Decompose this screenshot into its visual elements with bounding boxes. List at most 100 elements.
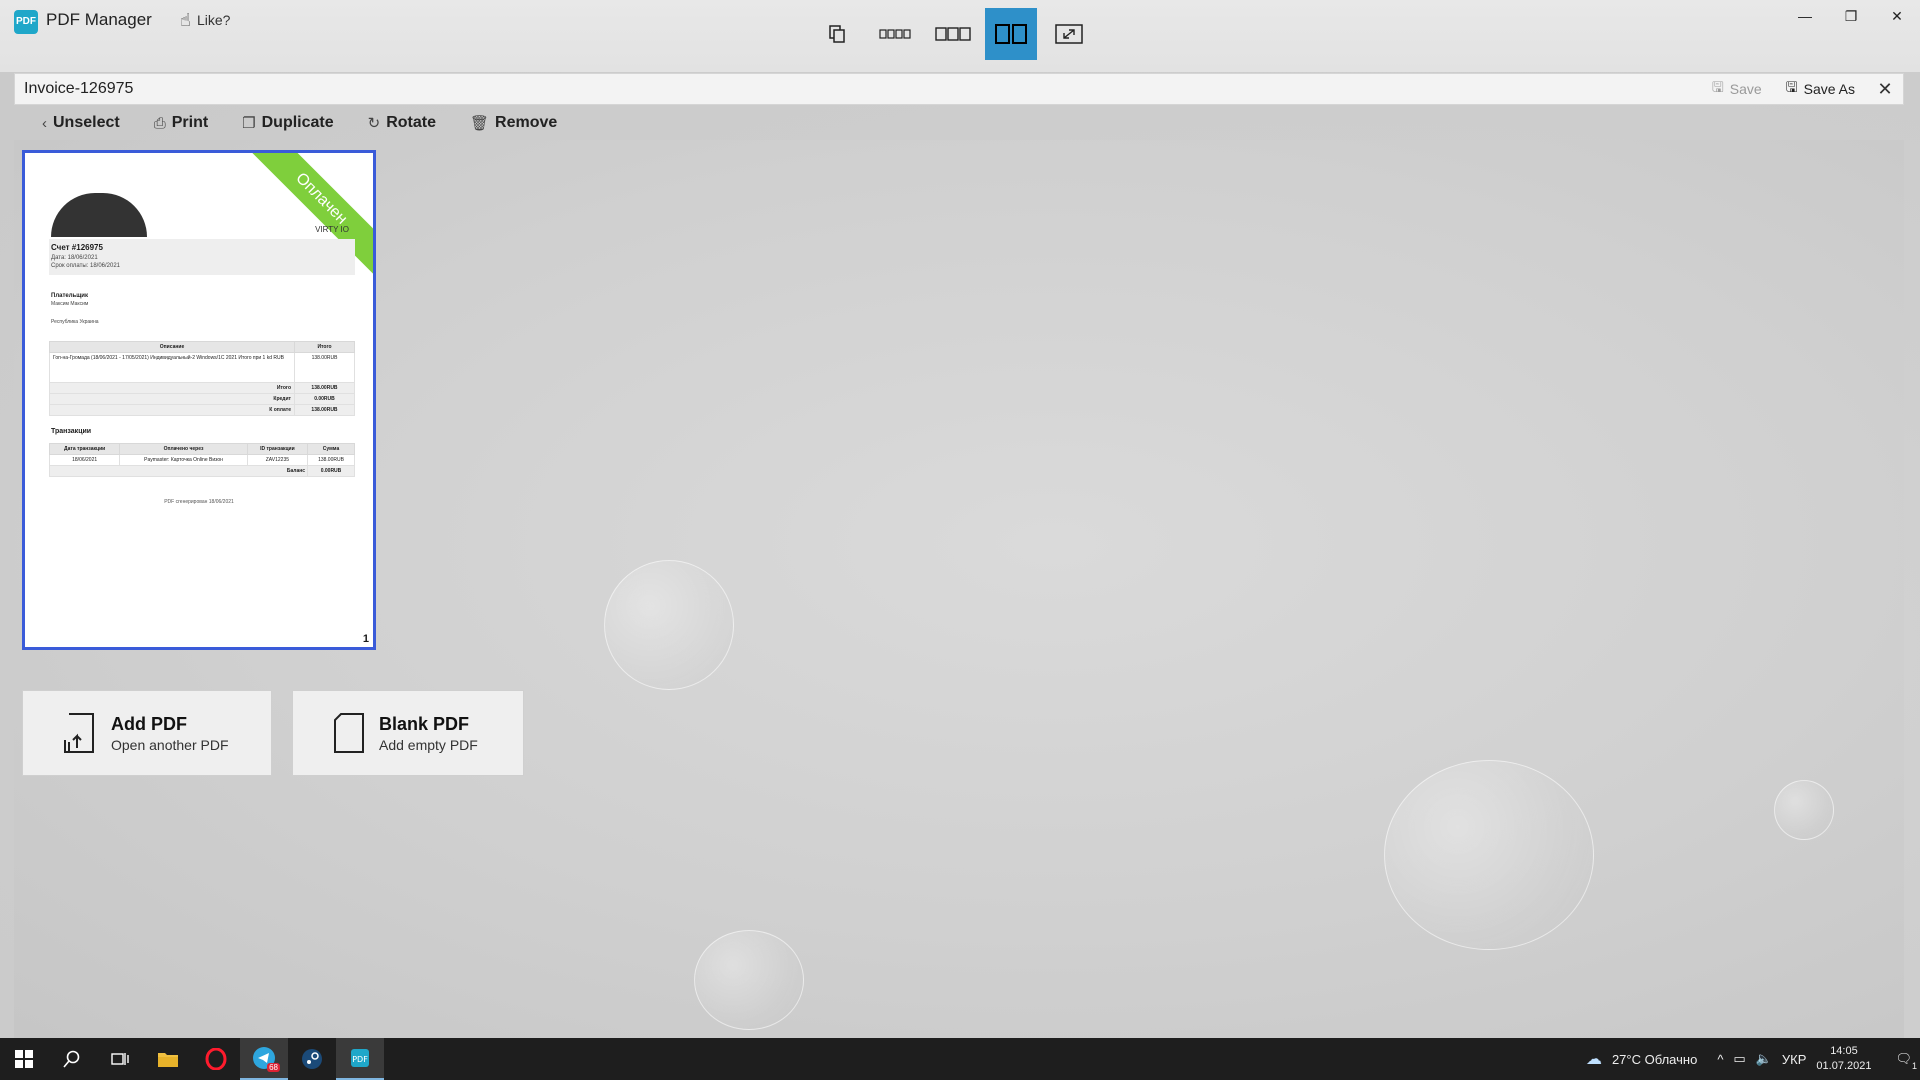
expand-icon — [1055, 24, 1083, 44]
blank-pdf-subtitle: Add empty PDF — [379, 736, 478, 753]
notification-count: 1 — [1911, 1061, 1917, 1071]
document-name: Invoice-126975 — [24, 80, 134, 97]
table-header: Итого — [294, 341, 355, 353]
invoice-footer: PDF сгенерирован 18/06/2021 — [164, 499, 234, 505]
rotate-label: Rotate — [386, 114, 436, 131]
minimize-button[interactable]: — — [1782, 0, 1828, 32]
table-cell: 138.00RUB — [294, 382, 355, 394]
company-logo — [51, 193, 147, 237]
four-columns-icon — [879, 29, 911, 39]
duplicate-label: Duplicate — [261, 114, 334, 131]
title-bar: PDF PDF Manager ☝ Like? — ❐ ✕ — [0, 0, 1920, 72]
start-button[interactable] — [0, 1038, 48, 1080]
save-as-button[interactable]: 🖫 Save As — [1774, 77, 1867, 101]
chevron-left-icon: ‹ — [42, 114, 47, 132]
background-bubble — [1774, 780, 1834, 840]
invoice-items-table: Описание Итого Гоп-на-Громада (18/06/202… — [49, 341, 355, 416]
weather-text[interactable]: 27°C Облачно — [1612, 1052, 1697, 1067]
print-label: Print — [171, 114, 209, 131]
folder-icon — [158, 1053, 178, 1067]
page-number: 1 — [362, 633, 369, 645]
copy-icon: ❐ — [242, 115, 256, 132]
two-column-view-button[interactable] — [985, 8, 1037, 60]
search-button[interactable] — [48, 1038, 96, 1080]
unselect-label: Unselect — [53, 114, 120, 131]
four-column-view-button[interactable] — [869, 8, 921, 60]
table-cell: 18/06/2021 — [48, 454, 121, 466]
background-bubble — [604, 560, 734, 690]
rotate-button[interactable]: ↻ Rotate — [368, 114, 436, 132]
table-cell: 138.00RUB — [307, 454, 355, 466]
file-import-icon — [64, 713, 94, 753]
restore-button[interactable]: ❐ — [1828, 0, 1874, 32]
table-header: Описание — [49, 341, 295, 353]
steam-button[interactable] — [288, 1038, 336, 1080]
table-cell: Paymaster: Карточка Online Визон — [119, 454, 248, 466]
save-button[interactable]: 🖫 Save — [1700, 77, 1774, 101]
document-actions: 🖫 Save 🖫 Save As ✕ — [1700, 74, 1903, 104]
table-header: Оплачено через — [119, 443, 248, 455]
telegram-unread-badge: 68 — [267, 1063, 280, 1072]
remove-label: Remove — [495, 114, 558, 131]
unselect-button[interactable]: ‹ Unselect — [42, 114, 120, 132]
add-pdf-subtitle: Open another PDF — [111, 736, 229, 753]
duplicate-button[interactable]: ❐ Duplicate — [242, 114, 333, 132]
printer-icon: ⎙ — [153, 114, 166, 132]
network-icon[interactable]: ▭ — [1733, 1051, 1745, 1067]
print-button[interactable]: ⎙ Print — [154, 114, 208, 132]
table-cell: Итого — [49, 382, 295, 394]
task-view-icon — [111, 1053, 129, 1065]
file-explorer-button[interactable] — [144, 1038, 192, 1080]
document-header: Invoice-126975 🖫 Save 🖫 Save As ✕ — [14, 73, 1904, 105]
close-document-button[interactable]: ✕ — [1867, 79, 1903, 100]
close-window-button[interactable]: ✕ — [1874, 0, 1920, 32]
rotate-icon: ↻ — [367, 115, 381, 132]
table-cell: Гоп-на-Громада (18/06/2021 - 17/05/2021)… — [49, 352, 295, 383]
add-pdf-button[interactable]: Add PDF Open another PDF — [22, 690, 272, 776]
task-view-button[interactable] — [96, 1038, 144, 1080]
add-pdf-title: Add PDF — [111, 713, 187, 734]
two-columns-icon — [995, 24, 1027, 44]
table-header: Дата транзакции — [48, 443, 121, 455]
table-cell: 0.00RUB — [307, 465, 355, 477]
system-tray: ☁ 27°C Облачно ^ ▭ 🔈 УКР 14:05 01.07.202… — [1586, 1038, 1920, 1080]
hand-pointer-icon: ☝ — [180, 10, 191, 30]
invoice-title: Счет #126975 — [51, 243, 103, 252]
table-cell: Баланс — [48, 465, 309, 477]
volume-icon[interactable]: 🔈 — [1756, 1051, 1772, 1067]
like-button[interactable]: ☝ Like? — [180, 10, 230, 30]
like-label: Like? — [196, 12, 231, 28]
single-page-view-button[interactable] — [811, 8, 863, 60]
windows-taskbar: 68 PDF ☁ 27°C Облачно ^ ▭ 🔈 УКР 14:05 01… — [0, 1038, 1920, 1080]
notification-icon: 🗨 — [1895, 1051, 1912, 1066]
pdf-manager-taskbar-button[interactable]: PDF — [336, 1038, 384, 1080]
chevron-up-icon[interactable]: ^ — [1717, 1052, 1723, 1067]
table-cell: К оплате — [49, 404, 295, 416]
search-icon — [63, 1050, 80, 1068]
telegram-button[interactable]: 68 — [240, 1038, 288, 1080]
add-pdf-text: Add PDF Open another PDF — [111, 714, 229, 753]
blank-page-icon — [334, 713, 364, 753]
three-column-view-button[interactable] — [927, 8, 979, 60]
floppy-disk-icon: 🖫 — [1785, 79, 1798, 95]
save-label: Save — [1729, 81, 1762, 97]
transactions-title: Транзакции — [51, 428, 92, 435]
opera-browser-button[interactable] — [192, 1038, 240, 1080]
remove-button[interactable]: 🗑 Remove — [470, 114, 557, 132]
three-columns-icon — [935, 27, 971, 41]
table-cell: 0.00RUB — [294, 393, 355, 405]
pdf-manager-icon: PDF — [351, 1049, 369, 1067]
clock[interactable]: 14:05 01.07.2021 — [1816, 1044, 1871, 1074]
page-thumbnail[interactable]: Оплачен VIRTY IO Счет #126975 Дата: 18/0… — [22, 150, 376, 650]
steam-icon — [302, 1049, 322, 1069]
table-cell: ZAV12235 — [246, 454, 309, 466]
view-mode-switcher — [811, 8, 1095, 60]
clock-time: 14:05 — [1830, 1045, 1858, 1057]
background-bubble — [1384, 760, 1594, 950]
opera-icon — [205, 1048, 227, 1070]
language-indicator[interactable]: УКР — [1782, 1052, 1807, 1067]
fit-view-button[interactable] — [1043, 8, 1095, 60]
trash-icon: 🗑 — [470, 115, 490, 132]
blank-pdf-button[interactable]: Blank PDF Add empty PDF — [292, 690, 524, 776]
notification-center-button[interactable]: 🗨 1 — [1895, 1051, 1917, 1071]
